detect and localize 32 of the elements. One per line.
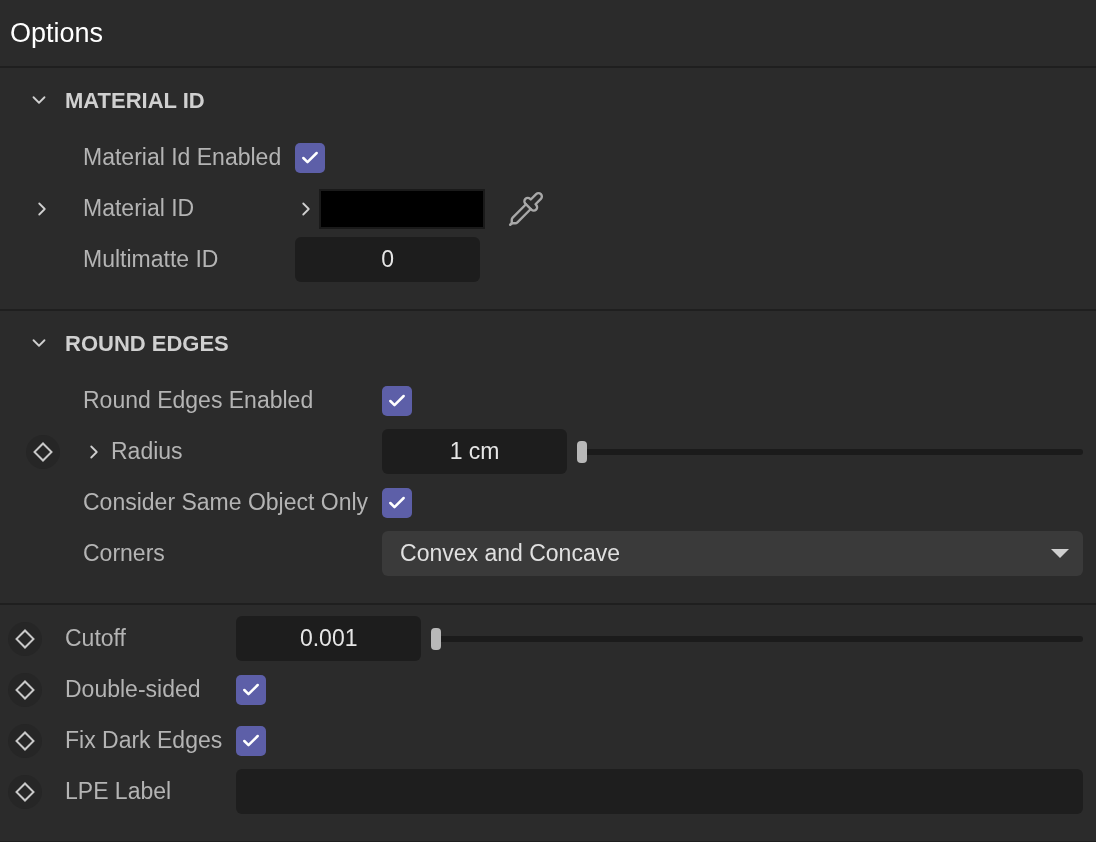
- checkbox[interactable]: [382, 487, 413, 518]
- number-field[interactable]: 0: [295, 237, 481, 282]
- dropdown-value: Convex and Concave: [400, 539, 620, 569]
- field-label: Consider Same Object Only: [83, 488, 369, 518]
- field-label: Corners: [83, 539, 165, 569]
- keyframe-icon[interactable]: [8, 672, 42, 707]
- section-header[interactable]: ROUND EDGES: [65, 326, 229, 360]
- caret-down-icon: [1051, 548, 1069, 559]
- field-label: Round Edges Enabled: [83, 386, 314, 416]
- number-field[interactable]: 1 cm: [382, 429, 568, 474]
- eyedropper-icon[interactable]: [507, 189, 546, 228]
- keyframe-icon[interactable]: [8, 621, 42, 656]
- number-field[interactable]: 0.001: [236, 616, 422, 661]
- checkbox[interactable]: [382, 385, 413, 416]
- field-label: Material Id Enabled: [83, 143, 282, 173]
- section-header[interactable]: MATERIAL ID: [65, 83, 205, 117]
- checkbox[interactable]: [236, 725, 267, 756]
- keyframe-icon[interactable]: [8, 774, 42, 809]
- field-label: LPE Label: [65, 777, 172, 807]
- color-swatch[interactable]: [319, 188, 486, 229]
- corners-dropdown[interactable]: Convex and Concave: [382, 531, 1083, 576]
- checkbox[interactable]: [295, 142, 326, 173]
- panel-title: Options: [10, 16, 104, 50]
- field-label: Fix Dark Edges: [65, 726, 223, 756]
- field-label: Radius: [111, 437, 183, 467]
- field-label: Double-sided: [65, 675, 201, 705]
- keyframe-icon[interactable]: [26, 434, 60, 469]
- checkbox[interactable]: [236, 674, 267, 705]
- field-label: Cutoff: [65, 624, 126, 654]
- keyframe-icon[interactable]: [8, 723, 42, 758]
- field-label: Multimatte ID: [83, 245, 219, 275]
- field-label: Material ID: [83, 194, 195, 224]
